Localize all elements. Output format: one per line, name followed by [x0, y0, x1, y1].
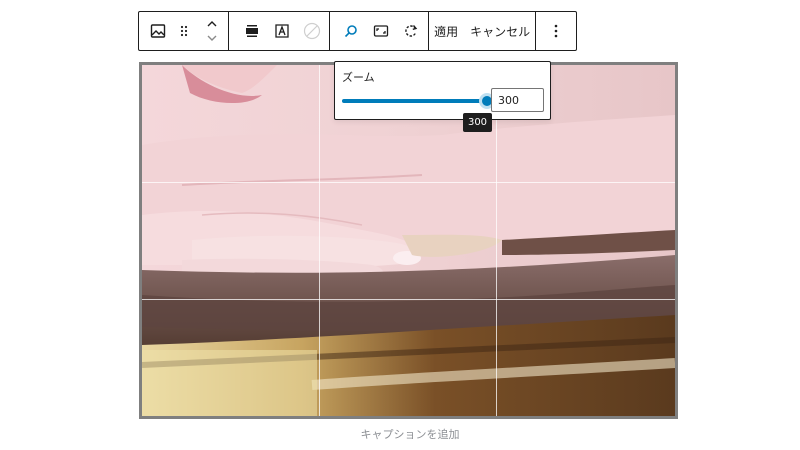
zoom-button[interactable]	[336, 12, 366, 50]
caption-placeholder[interactable]: キャプションを追加	[0, 426, 800, 442]
cancel-button[interactable]: キャンセル	[469, 12, 531, 50]
chevron-down-icon	[207, 35, 217, 41]
image-block-button[interactable]	[145, 12, 171, 50]
block-toolbar: 適用 キャンセル	[138, 11, 577, 51]
block-toolbar-group-block	[139, 12, 229, 50]
zoom-slider-fill	[342, 99, 487, 103]
aspect-ratio-icon	[373, 25, 388, 37]
apply-button[interactable]: 適用	[433, 12, 459, 50]
duotone-button[interactable]	[297, 12, 327, 50]
zoom-popover: ズーム	[334, 61, 551, 120]
text-in-frame-icon	[275, 24, 289, 38]
zoom-value-input[interactable]	[491, 88, 544, 112]
search-icon	[344, 25, 357, 38]
zoom-tooltip: 300	[463, 113, 492, 132]
block-toolbar-group-crop	[330, 12, 430, 50]
aspect-ratio-button[interactable]	[366, 12, 396, 50]
block-mover	[197, 12, 227, 50]
chevron-up-icon	[207, 21, 217, 27]
block-toolbar-group-more	[536, 12, 576, 50]
zoom-slider[interactable]	[342, 93, 495, 109]
crop-grid-line	[142, 299, 675, 300]
rotate-button[interactable]	[396, 12, 426, 50]
move-down-button[interactable]	[201, 31, 223, 45]
zoom-label: ズーム	[342, 71, 375, 84]
crop-grid-line	[319, 65, 320, 416]
align-center-icon	[245, 25, 258, 37]
image-icon	[150, 24, 166, 38]
more-vertical-icon	[554, 24, 558, 38]
block-toolbar-group-format	[229, 12, 330, 50]
drag-handle-icon	[180, 25, 188, 37]
drag-handle-button[interactable]	[171, 12, 197, 50]
crop-grid-line	[142, 182, 675, 183]
alt-text-button[interactable]	[267, 12, 297, 50]
duotone-disabled-icon	[303, 22, 320, 40]
move-up-button[interactable]	[201, 17, 223, 31]
align-button[interactable]	[237, 12, 267, 50]
more-options-button[interactable]	[536, 12, 576, 50]
rotate-icon	[404, 25, 417, 37]
block-toolbar-group-actions: 適用 キャンセル	[429, 12, 536, 50]
